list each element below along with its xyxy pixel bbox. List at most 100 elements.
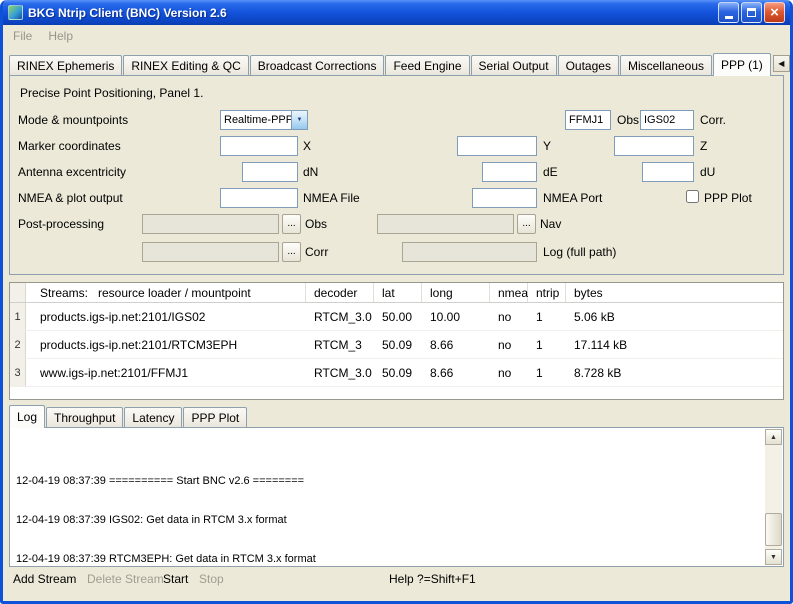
tab-scroll-left-button[interactable]: ◀ bbox=[773, 55, 790, 72]
nmea-plot-output-label: NMEA & plot output bbox=[18, 191, 123, 205]
stop-button: Stop bbox=[199, 572, 224, 586]
left-arrow-icon: ◀ bbox=[778, 59, 784, 68]
obs-mountpoint-field[interactable] bbox=[565, 110, 611, 130]
cell-bytes: 8.728 kB bbox=[566, 359, 783, 386]
table-row[interactable]: 3 www.igs-ip.net:2101/FFMJ1 RTCM_3.0 50.… bbox=[10, 359, 783, 387]
log-area[interactable]: 12-04-19 08:37:39 ========== Start BNC v… bbox=[9, 427, 784, 567]
tab-rinex-ephemeris[interactable]: RINEX Ephemeris bbox=[9, 55, 122, 75]
nmea-file-field[interactable] bbox=[220, 188, 298, 208]
tab-outages[interactable]: Outages bbox=[558, 55, 619, 75]
corr-mountpoint-field[interactable] bbox=[640, 110, 694, 130]
ppp-mode-select[interactable]: Realtime-PPP ▼ bbox=[220, 110, 308, 130]
corr-label: Corr. bbox=[700, 113, 726, 127]
tab-latency[interactable]: Latency bbox=[124, 407, 182, 427]
cell-lat: 50.00 bbox=[374, 303, 422, 330]
table-row[interactable]: 1 products.igs-ip.net:2101/IGS02 RTCM_3.… bbox=[10, 303, 783, 331]
dn-label: dN bbox=[303, 165, 318, 179]
minimize-icon bbox=[725, 16, 733, 19]
tab-rinex-editing-qc[interactable]: RINEX Editing & QC bbox=[123, 55, 248, 75]
marker-x-field[interactable] bbox=[220, 136, 298, 156]
column-header-long: long bbox=[422, 283, 490, 302]
column-header-decoder: decoder bbox=[306, 283, 374, 302]
log-line: 12-04-19 08:37:39 ========== Start BNC v… bbox=[16, 475, 761, 488]
scrollbar-thumb[interactable] bbox=[765, 513, 782, 546]
tab-feed-engine[interactable]: Feed Engine bbox=[385, 55, 469, 75]
x-label: X bbox=[303, 139, 311, 153]
tab-serial-output[interactable]: Serial Output bbox=[471, 55, 557, 75]
du-label: dU bbox=[700, 165, 715, 179]
post-log-field bbox=[402, 242, 537, 262]
maximize-button[interactable] bbox=[741, 2, 762, 23]
cell-lat: 50.09 bbox=[374, 359, 422, 386]
post-obs-field bbox=[142, 214, 279, 234]
browse-obs-button[interactable]: ... bbox=[282, 214, 301, 234]
titlebar[interactable]: BKG Ntrip Client (BNC) Version 2.6 × bbox=[3, 0, 790, 25]
column-header-bytes: bytes bbox=[566, 283, 783, 302]
column-header-gutter bbox=[10, 283, 26, 302]
maximize-icon bbox=[747, 8, 756, 17]
minimize-button[interactable] bbox=[718, 2, 739, 23]
tab-scroll-arrows: ◀ ▶ bbox=[772, 55, 793, 72]
close-button[interactable]: × bbox=[764, 2, 785, 23]
tab-miscellaneous[interactable]: Miscellaneous bbox=[620, 55, 712, 75]
menu-item-help[interactable]: Help bbox=[40, 27, 81, 45]
top-tab-strip: RINEX Ephemeris RINEX Editing & QC Broad… bbox=[9, 52, 784, 75]
add-stream-button[interactable]: Add Stream bbox=[13, 572, 76, 586]
up-arrow-icon: ▲ bbox=[770, 434, 777, 441]
cell-ntrip: 1 bbox=[528, 303, 566, 330]
ppp-plot-label: PPP Plot bbox=[704, 191, 752, 205]
cell-decoder: RTCM_3 bbox=[306, 331, 374, 358]
post-nav-field bbox=[377, 214, 514, 234]
cell-ntrip: 1 bbox=[528, 331, 566, 358]
marker-coordinates-label: Marker coordinates bbox=[18, 139, 121, 153]
table-row[interactable]: 2 products.igs-ip.net:2101/RTCM3EPH RTCM… bbox=[10, 331, 783, 359]
close-icon: × bbox=[770, 5, 779, 20]
antenna-dn-field[interactable] bbox=[242, 162, 298, 182]
column-header-mountpoint: Streams: resource loader / mountpoint bbox=[26, 283, 306, 302]
vertical-scrollbar[interactable]: ▲ ▼ bbox=[765, 429, 782, 565]
tab-throughput[interactable]: Throughput bbox=[46, 407, 123, 427]
scroll-down-button[interactable]: ▼ bbox=[765, 549, 782, 565]
log-lines: 12-04-19 08:37:39 ========== Start BNC v… bbox=[16, 449, 761, 567]
app-window: BKG Ntrip Client (BNC) Version 2.6 × Fil… bbox=[0, 0, 793, 604]
nmea-port-field[interactable] bbox=[472, 188, 537, 208]
mode-mountpoints-label: Mode & mountpoints bbox=[18, 113, 128, 127]
ppp-plot-checkbox[interactable] bbox=[686, 190, 699, 203]
chevron-down-icon: ▼ bbox=[291, 111, 307, 129]
cell-long: 10.00 bbox=[422, 303, 490, 330]
window-title: BKG Ntrip Client (BNC) Version 2.6 bbox=[28, 6, 718, 20]
cell-decoder: RTCM_3.0 bbox=[306, 303, 374, 330]
browse-nav-button[interactable]: ... bbox=[517, 214, 536, 234]
cell-lat: 50.09 bbox=[374, 331, 422, 358]
cell-long: 8.66 bbox=[422, 331, 490, 358]
start-button[interactable]: Start bbox=[163, 572, 188, 586]
obs-label: Obs. bbox=[617, 113, 642, 127]
tab-broadcast-corrections[interactable]: Broadcast Corrections bbox=[250, 55, 385, 75]
streams-table: Streams: resource loader / mountpoint de… bbox=[9, 282, 784, 400]
nmea-port-label: NMEA Port bbox=[543, 191, 602, 205]
post-obs-label: Obs bbox=[305, 217, 327, 231]
tab-ppp-plot[interactable]: PPP Plot bbox=[183, 407, 247, 427]
antenna-de-field[interactable] bbox=[482, 162, 537, 182]
tab-log[interactable]: Log bbox=[9, 405, 45, 428]
cell-nmea: no bbox=[490, 303, 528, 330]
antenna-du-field[interactable] bbox=[642, 162, 694, 182]
scroll-up-button[interactable]: ▲ bbox=[765, 429, 782, 445]
row-number: 1 bbox=[10, 303, 26, 330]
cell-nmea: no bbox=[490, 359, 528, 386]
browse-corr-button[interactable]: ... bbox=[282, 242, 301, 262]
tab-ppp-1[interactable]: PPP (1) bbox=[713, 53, 771, 76]
panel-description: Precise Point Positioning, Panel 1. bbox=[20, 86, 203, 100]
menu-item-file[interactable]: File bbox=[5, 27, 40, 45]
cell-decoder: RTCM_3.0 bbox=[306, 359, 374, 386]
post-log-label: Log (full path) bbox=[543, 245, 616, 259]
de-label: dE bbox=[543, 165, 558, 179]
marker-y-field[interactable] bbox=[457, 136, 537, 156]
down-arrow-icon: ▼ bbox=[770, 554, 777, 561]
nmea-file-label: NMEA File bbox=[303, 191, 360, 205]
cell-mountpoint: www.igs-ip.net:2101/FFMJ1 bbox=[26, 359, 306, 386]
marker-z-field[interactable] bbox=[614, 136, 694, 156]
log-line: 12-04-19 08:37:39 IGS02: Get data in RTC… bbox=[16, 514, 761, 527]
column-header-nmea: nmea bbox=[490, 283, 528, 302]
cell-mountpoint: products.igs-ip.net:2101/IGS02 bbox=[26, 303, 306, 330]
